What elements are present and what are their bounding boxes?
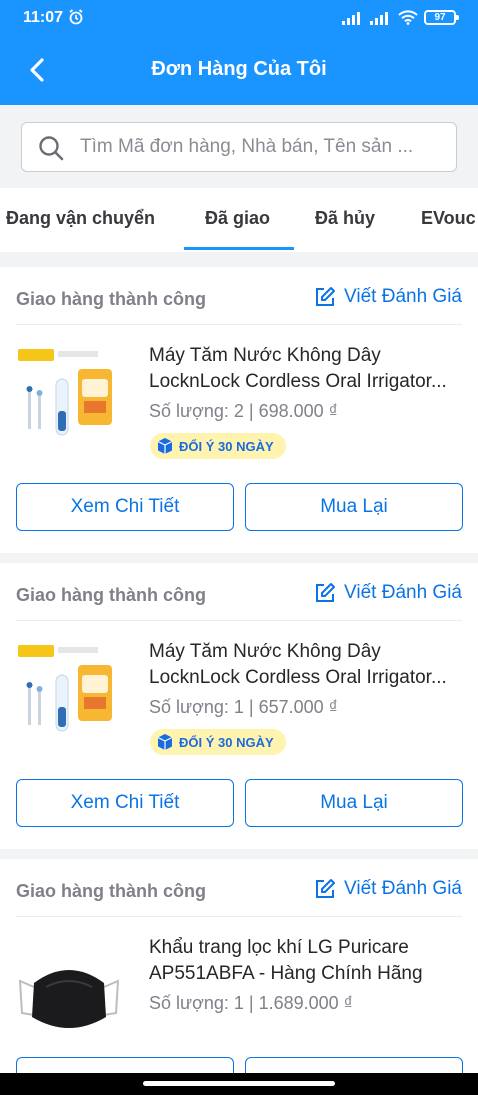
write-review-label: Viết Đánh Giá: [344, 582, 462, 603]
order-card: Giao hàng thành công Viết Đánh Giá Máy T…: [0, 267, 478, 553]
search-box[interactable]: [21, 122, 457, 172]
edit-icon: [316, 879, 336, 898]
product-name-line2: LocknLock Cordless Oral Irrigator...: [149, 371, 447, 392]
order-card-header: Giao hàng thành công Viết Đánh Giá: [16, 267, 462, 325]
wifi-icon: [398, 10, 418, 25]
tab-delivered[interactable]: Đã giao: [205, 208, 270, 229]
search-input[interactable]: [80, 131, 440, 163]
rebuy-button[interactable]: Mua Lại: [245, 483, 463, 531]
edit-icon: [316, 287, 336, 306]
order-card-header: Giao hàng thành công Viết Đánh Giá: [16, 859, 462, 917]
quantity-price: Số lượng: 2 | 698.000 ₫: [149, 401, 338, 421]
orders-screen: 11:07 97 Đơn Hàng Của Tôi Đang vận chuyể…: [0, 0, 478, 1095]
product-image-face-mask[interactable]: [16, 937, 122, 1043]
search-icon: [39, 136, 64, 161]
page-title: Đơn Hàng Của Tôi: [151, 58, 327, 80]
home-indicator[interactable]: [0, 1073, 478, 1095]
badge-label: ĐỔI Ý 30 NGÀY: [179, 438, 274, 454]
header: Đơn Hàng Của Tôi: [0, 36, 478, 105]
write-review-label: Viết Đánh Giá: [344, 878, 462, 899]
write-review-label: Viết Đánh Giá: [344, 286, 462, 307]
box-icon: [157, 734, 173, 750]
order-status: Giao hàng thành công: [16, 881, 206, 901]
order-tabs: Đang vận chuyển Đã giao Đã hủy EVouc: [0, 188, 478, 252]
order-status: Giao hàng thành công: [16, 289, 206, 309]
status-bar: 11:07 97: [0, 0, 478, 36]
write-review-button[interactable]: Viết Đánh Giá: [314, 878, 462, 900]
product-name-line1: Máy Tăm Nước Không Dây: [149, 345, 381, 366]
rebuy-button[interactable]: Mua Lại: [245, 779, 463, 827]
status-icons: 97: [342, 10, 459, 25]
product-name[interactable]: Máy Tăm Nước Không Dây LocknLock Cordles…: [149, 343, 469, 395]
signal-icon-2: [370, 11, 388, 25]
view-detail-button[interactable]: Xem Chi Tiết: [16, 779, 234, 827]
write-review-button[interactable]: Viết Đánh Giá: [314, 286, 462, 308]
product-image-water-flosser[interactable]: [16, 345, 122, 451]
product-name[interactable]: Khẩu trang lọc khí LG Puricare AP551ABFA…: [149, 935, 469, 987]
product-name-line1: Máy Tăm Nước Không Dây: [149, 641, 381, 662]
search-section: [0, 105, 478, 188]
product-name-line2: AP551ABFA - Hàng Chính Hãng: [149, 963, 423, 984]
box-icon: [157, 438, 173, 454]
product-name[interactable]: Máy Tăm Nước Không Dây LocknLock Cordles…: [149, 639, 469, 691]
order-status: Giao hàng thành công: [16, 585, 206, 605]
top-bar: 11:07 97 Đơn Hàng Của Tôi: [0, 0, 478, 105]
return-policy-badge: ĐỔI Ý 30 NGÀY: [150, 729, 286, 755]
signal-icon: [342, 11, 360, 25]
return-policy-badge: ĐỔI Ý 30 NGÀY: [150, 433, 286, 459]
view-detail-button[interactable]: Xem Chi Tiết: [16, 483, 234, 531]
alarm-icon: [69, 9, 83, 25]
status-time: 11:07: [23, 9, 64, 26]
quantity-price: Số lượng: 1 | 1.689.000 ₫: [149, 993, 353, 1013]
tab-shipping[interactable]: Đang vận chuyển: [6, 208, 155, 229]
badge-label: ĐỔI Ý 30 NGÀY: [179, 734, 274, 750]
quantity-price: Số lượng: 1 | 657.000 ₫: [149, 697, 338, 717]
tab-cancelled[interactable]: Đã hủy: [315, 208, 375, 229]
battery-icon: 97: [424, 10, 459, 25]
order-card: Giao hàng thành công Viết Đánh Giá Khẩu …: [0, 859, 478, 1095]
edit-icon: [316, 583, 336, 602]
product-name-line2: LocknLock Cordless Oral Irrigator...: [149, 667, 447, 688]
tab-evoucher[interactable]: EVouc: [421, 208, 476, 229]
tab-active-indicator: [184, 247, 294, 250]
order-card: Giao hàng thành công Viết Đánh Giá Máy T…: [0, 563, 478, 849]
write-review-button[interactable]: Viết Đánh Giá: [314, 582, 462, 604]
order-card-header: Giao hàng thành công Viết Đánh Giá: [16, 563, 462, 621]
product-image-water-flosser[interactable]: [16, 641, 122, 747]
product-name-line1: Khẩu trang lọc khí LG Puricare: [149, 937, 409, 958]
